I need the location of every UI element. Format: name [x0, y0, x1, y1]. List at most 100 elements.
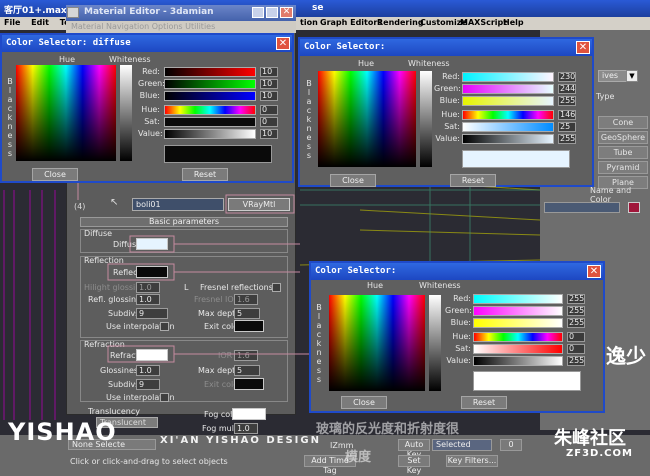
value-label: Value: — [138, 129, 163, 138]
hue-value[interactable]: 0 — [260, 105, 278, 115]
sat-slider[interactable] — [462, 122, 554, 132]
sat-label: Sat: — [144, 117, 160, 126]
red-value[interactable]: 255 — [567, 294, 585, 304]
green-label: Green: — [445, 306, 472, 315]
green-slider[interactable] — [462, 84, 554, 94]
value-value[interactable]: 255 — [567, 356, 585, 366]
sat-value[interactable]: 25 — [558, 122, 576, 132]
red-label: Red: — [142, 67, 160, 76]
site-watermark-cn: 朱峰社区 — [554, 428, 626, 449]
blue-label: Blue: — [139, 91, 160, 100]
close-button[interactable]: Close — [330, 174, 376, 187]
value-value[interactable]: 10 — [260, 129, 278, 139]
green-value[interactable]: 255 — [567, 306, 585, 316]
frame-spinner[interactable]: 0 — [500, 439, 522, 451]
color-selector-reflect-title: Color Selector: — [300, 39, 592, 56]
green-slider[interactable] — [473, 306, 563, 316]
set-key-button[interactable]: Set Key — [398, 455, 430, 475]
color-preview — [462, 150, 570, 168]
hue-blackness-field[interactable] — [16, 65, 116, 161]
hue-slider[interactable] — [473, 332, 563, 342]
whiteness-slider[interactable] — [429, 295, 441, 391]
caption-watermark: 玻璃的反光度和折射度很 — [316, 422, 460, 437]
blue-value[interactable]: 255 — [558, 96, 576, 106]
red-label: Red: — [453, 294, 471, 303]
yishao-watermark: YISHAO — [8, 418, 117, 446]
green-label: Green: — [138, 79, 165, 88]
value-value[interactable]: 255 — [558, 134, 576, 144]
blackness-label: Blackness — [7, 77, 13, 158]
color-selector-diffuse-dialog: Color Selector: diffuse ✕ Hue Whiteness … — [0, 33, 294, 183]
value-label: Value: — [446, 356, 471, 365]
red-slider[interactable] — [164, 67, 256, 77]
close-button[interactable]: Close — [32, 168, 78, 181]
key-filters-button[interactable]: Key Filters... — [446, 455, 498, 467]
sat-slider[interactable] — [164, 117, 256, 127]
caption-watermark-2: 模度 — [345, 450, 372, 465]
red-value[interactable]: 230 — [558, 72, 576, 82]
close-icon[interactable]: ✕ — [276, 37, 290, 50]
color-selector-reflect-dialog: Color Selector: ✕ Hue Whiteness Blacknes… — [298, 37, 594, 187]
sat-value[interactable]: 0 — [260, 117, 278, 127]
whiteness-slider[interactable] — [120, 65, 132, 161]
green-label: Green: — [434, 84, 461, 93]
color-preview — [473, 371, 581, 391]
red-label: Red: — [442, 72, 460, 81]
close-button[interactable]: Close — [341, 396, 387, 409]
green-slider[interactable] — [164, 79, 256, 89]
blue-slider[interactable] — [473, 318, 563, 328]
reset-button[interactable]: Reset — [450, 174, 496, 187]
sat-label: Sat: — [444, 122, 460, 131]
blackness-label: Blackness — [316, 303, 322, 384]
prompt-hint: Click or click-and-drag to select object… — [70, 457, 228, 466]
hue-slider[interactable] — [164, 105, 256, 115]
red-slider[interactable] — [473, 294, 563, 304]
color-preview — [164, 145, 272, 163]
whiteness-label: Whiteness — [408, 59, 450, 68]
hue-label: Hue — [59, 55, 76, 64]
yishao-tagline: XI'AN YISHAO DESIGN — [160, 435, 321, 446]
value-label: Value: — [435, 134, 460, 143]
blackness-label: Blackness — [306, 79, 312, 160]
blue-value[interactable]: 255 — [567, 318, 585, 328]
hue-blackness-field[interactable] — [318, 71, 416, 167]
hue-value-label: Hue: — [441, 110, 460, 119]
whiteness-label: Whiteness — [419, 281, 461, 290]
hue-value[interactable]: 146 — [558, 110, 576, 120]
color-selector-diffuse-title: Color Selector: diffuse — [2, 35, 292, 52]
green-value[interactable]: 244 — [558, 84, 576, 94]
site-watermark-en: ZF3D.COM — [566, 448, 633, 459]
blue-slider[interactable] — [164, 91, 256, 101]
whiteness-slider[interactable] — [420, 71, 432, 167]
hue-label: Hue — [367, 281, 384, 290]
blue-value[interactable]: 10 — [260, 91, 278, 101]
color-selector-refract-dialog: Color Selector: ✕ Hue Whiteness Blacknes… — [309, 261, 605, 413]
value-slider[interactable] — [164, 129, 256, 139]
red-slider[interactable] — [462, 72, 554, 82]
reset-button[interactable]: Reset — [182, 168, 228, 181]
hue-value-label: Hue: — [141, 105, 160, 114]
auto-key-button[interactable]: Auto Key — [398, 439, 430, 459]
value-slider[interactable] — [462, 134, 554, 144]
hue-blackness-field[interactable] — [329, 295, 425, 391]
key-mode-dropdown[interactable]: Selected — [432, 439, 492, 451]
blue-slider[interactable] — [462, 96, 554, 106]
value-slider[interactable] — [473, 356, 563, 366]
hue-value-label: Hue: — [452, 332, 471, 341]
hue-slider[interactable] — [462, 110, 554, 120]
close-icon[interactable]: ✕ — [576, 41, 590, 54]
hue-label: Hue — [358, 59, 375, 68]
blue-label: Blue: — [439, 96, 460, 105]
reset-button[interactable]: Reset — [461, 396, 507, 409]
blue-label: Blue: — [450, 318, 471, 327]
sat-value[interactable]: 0 — [567, 344, 585, 354]
sat-slider[interactable] — [473, 344, 563, 354]
color-selector-refract-title: Color Selector: — [311, 263, 603, 280]
hue-value[interactable]: 0 — [567, 332, 585, 342]
red-value[interactable]: 10 — [260, 67, 278, 77]
logo-watermark: 逸少 — [606, 344, 646, 368]
whiteness-label: Whiteness — [109, 55, 151, 64]
close-icon[interactable]: ✕ — [587, 265, 601, 278]
green-value[interactable]: 10 — [260, 79, 278, 89]
sat-label: Sat: — [455, 344, 471, 353]
